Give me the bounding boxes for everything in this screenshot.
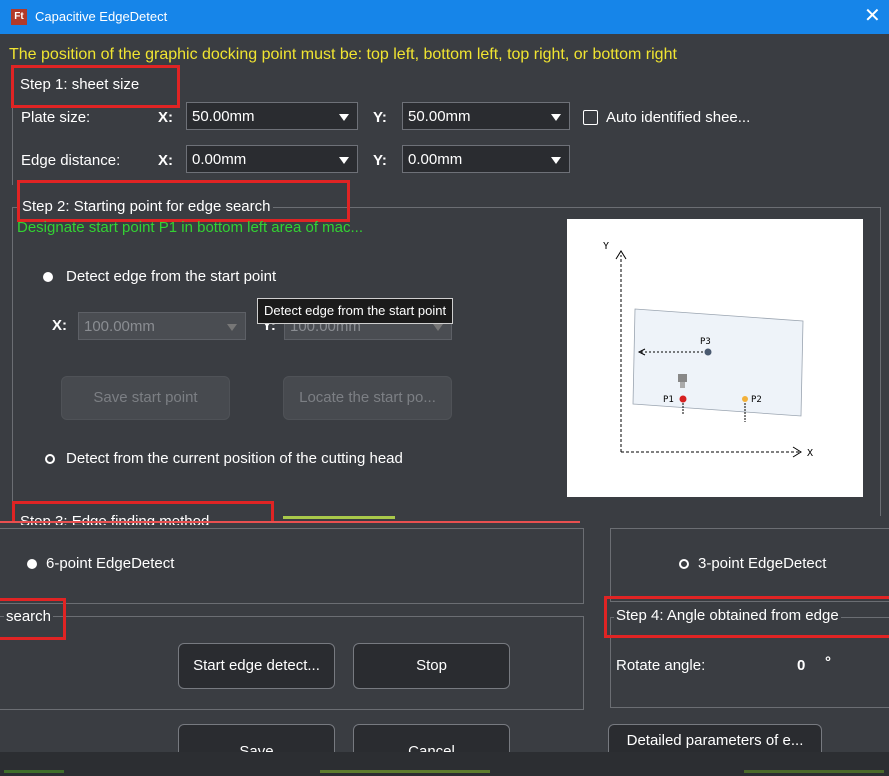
edge-y-dropdown[interactable]: 0.00mm: [402, 145, 570, 173]
cutting-head-nozzle: [680, 382, 685, 388]
radio-three-point[interactable]: [679, 559, 689, 569]
edge-x-label: X:: [158, 152, 173, 169]
plate-x-value: 50.00mm: [192, 108, 255, 125]
plate-size-label: Plate size:: [21, 109, 91, 126]
docking-notice: The position of the graphic docking poin…: [9, 46, 677, 63]
chevron-down-icon: [339, 157, 349, 164]
edge-detect-diagram: Y X P3 P1 P2: [567, 219, 863, 497]
save-start-point-button[interactable]: Save start point: [61, 376, 230, 420]
chevron-down-icon: [227, 324, 237, 331]
radio-current-position[interactable]: [45, 454, 55, 464]
start-edge-detect-button[interactable]: Start edge detect...: [178, 643, 335, 689]
window-title: Capacitive EdgeDetect: [35, 9, 168, 24]
diagram-x-label: X: [807, 448, 813, 459]
diagram-p1-label: P1: [663, 395, 674, 405]
search-highlight: [0, 598, 66, 640]
edge-x-dropdown[interactable]: 0.00mm: [186, 145, 358, 173]
step3-artifact: [283, 516, 395, 519]
diagram-y-label: Y: [603, 241, 609, 252]
step1-title: Step 1: sheet size: [20, 76, 140, 93]
chevron-down-icon: [551, 157, 561, 164]
option-current-position-label[interactable]: Detect from the current position of the …: [66, 450, 403, 467]
sheet-shape: [632, 308, 804, 417]
diagram-p3-label: P3: [700, 337, 711, 347]
tooltip: Detect edge from the start point: [257, 298, 454, 324]
plate-x-dropdown[interactable]: 50.00mm: [186, 102, 358, 130]
plate-x-label: X:: [158, 109, 173, 126]
degree-unit: °: [825, 654, 831, 671]
step4-highlight: [604, 596, 889, 638]
app-icon: Ft: [11, 9, 27, 25]
start-x-dropdown[interactable]: 100.00mm: [78, 312, 246, 340]
mask-line: [0, 521, 580, 523]
rotate-angle-value: 0: [797, 657, 806, 674]
option-three-point-label[interactable]: 3-point EdgeDetect: [698, 555, 826, 572]
locate-start-point-button[interactable]: Locate the start po...: [283, 376, 452, 420]
p2-point: [742, 396, 748, 402]
diagram-p2-label: P2: [751, 395, 762, 405]
rotate-angle-label: Rotate angle:: [616, 657, 706, 674]
edge-y-value: 0.00mm: [408, 151, 463, 168]
start-point-hint: Designate start point P1 in bottom left …: [17, 219, 364, 236]
chevron-down-icon: [339, 114, 349, 121]
auto-identify-checkbox[interactable]: [583, 110, 598, 125]
start-x-value: 100.00mm: [84, 318, 155, 335]
chevron-down-icon: [433, 324, 443, 331]
option-start-point-label[interactable]: Detect edge from the start point: [66, 268, 276, 285]
detailed-parameters-label: Detailed parameters of e...: [626, 732, 804, 749]
plate-y-dropdown[interactable]: 50.00mm: [402, 102, 570, 130]
footer-artifact-3: [744, 770, 884, 773]
stop-button[interactable]: Stop: [353, 643, 510, 689]
diagram-svg: Y X P3 P1 P2: [603, 241, 813, 459]
edge-x-value: 0.00mm: [192, 151, 247, 168]
radio-start-point[interactable]: [43, 272, 53, 282]
close-icon[interactable]: ✕: [864, 4, 881, 28]
option-six-point-label[interactable]: 6-point EdgeDetect: [46, 555, 174, 572]
edge-y-label: Y:: [373, 152, 387, 169]
start-x-label: X:: [52, 317, 67, 334]
plate-y-value: 50.00mm: [408, 108, 471, 125]
chevron-down-icon: [551, 114, 561, 121]
step2-highlight: [17, 180, 350, 222]
p3-point: [704, 348, 712, 356]
auto-identify-label[interactable]: Auto identified shee...: [606, 109, 750, 126]
cutting-head-icon: [678, 374, 687, 382]
step3-highlight: [12, 501, 274, 522]
radio-six-point[interactable]: [27, 559, 37, 569]
p1-point: [679, 395, 687, 403]
footer-artifact-2: [320, 770, 490, 773]
footer-artifact-1: [4, 770, 64, 773]
plate-y-label: Y:: [373, 109, 387, 126]
edge-distance-label: Edge distance:: [21, 152, 121, 169]
